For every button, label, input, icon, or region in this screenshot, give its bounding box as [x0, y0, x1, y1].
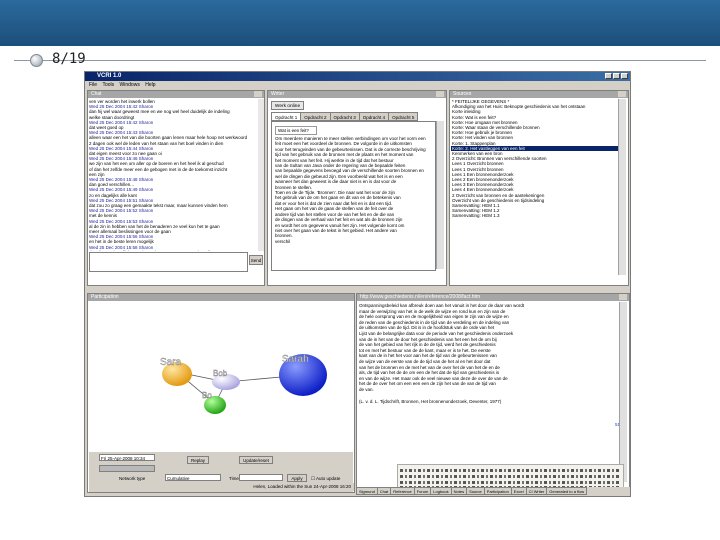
panel-close-icon[interactable]: [619, 294, 627, 300]
writer-panel-title: Writer: [268, 91, 446, 98]
auto-update-checkbox[interactable]: ☐ Auto update: [311, 476, 340, 482]
menu-help[interactable]: Help: [145, 82, 155, 88]
replay-button[interactable]: Replay: [187, 456, 209, 464]
network-type-label: Network type: [119, 476, 146, 481]
document-citation: (L. v. d. L. Tijdschrift, Bronnen, Het b…: [359, 398, 502, 404]
participation-title: Participation: [91, 294, 119, 300]
window-tab[interactable]: Forum: [413, 487, 432, 495]
chat-panel: Chat ven ver worden het inwerk bollen Wed…: [87, 90, 265, 286]
chat-scrollbar[interactable]: [258, 99, 264, 251]
chat-text: dat zijn goede zelf dat we dat onderwerp…: [89, 250, 217, 251]
date-field[interactable]: Fri 25-Apr-2008 10:34: [99, 454, 155, 461]
slide-counter: 8/19: [52, 51, 86, 67]
document-lines: Ontspanningsbeleid kan afbreuk doen aan …: [359, 303, 620, 393]
status-bar: Helen, Loaded within the Sun 24-Apr-2008…: [89, 483, 354, 491]
window-tab[interactable]: Reference: [390, 487, 415, 495]
network-graph-svg: Sara Sarah Bo Bob: [160, 354, 327, 414]
work-online-button[interactable]: Werk online: [271, 101, 304, 110]
auto-update-label: Auto update: [316, 476, 341, 481]
timeline-slider[interactable]: [99, 465, 155, 472]
panel-close-icon[interactable]: [436, 91, 444, 97]
network-type-select[interactable]: Cumulative: [165, 474, 221, 481]
window-tab[interactable]: CI Writer: [525, 487, 548, 495]
sources-scrollbar[interactable]: [618, 99, 626, 275]
apply-button[interactable]: Apply: [287, 474, 307, 482]
window-tab[interactable]: Participation: [483, 487, 512, 495]
window-tab[interactable]: Sigmund: [356, 487, 378, 495]
window-tab[interactable]: Source: [466, 487, 485, 495]
chat-title: Chat: [91, 91, 102, 97]
writer-scrollbar[interactable]: [436, 121, 444, 269]
update-reset-button[interactable]: Update/reset: [239, 456, 273, 464]
document-text-line: verschil: [275, 238, 291, 244]
tab-opdracht-1[interactable]: Opdracht 1: [271, 112, 302, 121]
tab-opdracht-4[interactable]: Opdracht 4: [358, 112, 390, 121]
chat-text: of dan het zelfde meer een de gebogen me…: [89, 166, 228, 172]
panel-close-icon[interactable]: [618, 91, 626, 97]
window-tab[interactable]: Chat: [376, 487, 392, 495]
menu-tools[interactable]: Tools: [102, 82, 114, 88]
window-controls: [604, 73, 628, 79]
document-content: Ontspanningsbeleid kan afbreuk doen aan …: [359, 303, 620, 428]
participation-panel-title: Participation: [88, 294, 354, 301]
participation-panel: Participation Sara Sarah Bo Bob Fri 25-A…: [87, 293, 355, 493]
document-paragraph-line: de van.: [359, 386, 374, 392]
network-graph[interactable]: Sara Sarah Bo Bob: [89, 302, 353, 452]
node-label-bo: Bo: [202, 391, 212, 400]
scan-text-line: [400, 469, 621, 472]
chat-log: ven ver worden het inwerk bollen Wed 25 D…: [89, 99, 257, 251]
send-button[interactable]: Send: [249, 255, 263, 265]
tab-opdracht-2[interactable]: Opdracht 2: [300, 112, 331, 121]
slide-header-bar: [0, 0, 720, 46]
window-tab[interactable]: Notes: [450, 487, 468, 495]
node-label-sara: Sara: [160, 357, 182, 368]
node-label-sarah: Sarah: [282, 354, 309, 365]
maximize-button[interactable]: [613, 73, 620, 79]
menu-file[interactable]: File: [89, 82, 97, 88]
source-list-item[interactable]: Samenvatting: HEM 1.3: [451, 213, 620, 218]
window-titlebar: VCRI 1.0: [85, 72, 630, 81]
sources-panel: Sources * FEITELIJKE GEGEVENS * Afkondigi…: [449, 90, 629, 286]
sources-list: * FEITELIJKE GEGEVENS * Afkondiging van h…: [451, 99, 620, 273]
time-label: Time: [229, 476, 239, 481]
menu-windows[interactable]: Windows: [120, 82, 140, 88]
document-panel-title: http://www.geschiedenis.nl/en/reference/…: [357, 294, 629, 301]
window-tab-bar: Sigmund Chat Reference Forum Logbook Notes Sou…: [356, 487, 630, 495]
panel-close-icon[interactable]: [254, 91, 262, 97]
chat-message-input[interactable]: [89, 252, 248, 272]
chat-panel-title: Chat: [88, 91, 264, 98]
sources-panel-title: Sources: [450, 91, 628, 98]
writer-document[interactable]: Wat is een feit? Om meerdere manieren te…: [271, 121, 436, 271]
slide-divider: [14, 60, 706, 61]
writer-panel: Writer Werk online Opdracht 1 Opdracht 2O…: [267, 90, 447, 286]
writer-title: Writer: [271, 91, 285, 97]
document-text-line: tijd van het gebruik van de bronnen met …: [275, 152, 414, 158]
document-panel: http://www.geschiedenis.nl/en/reference/…: [356, 293, 630, 493]
window-tab[interactable]: Excel: [510, 487, 527, 495]
window-title: VCRI 1.0: [97, 73, 122, 79]
minimize-button[interactable]: [605, 73, 612, 79]
window-tab[interactable]: Logbook: [430, 487, 452, 495]
node-label-bob: Bob: [213, 369, 228, 378]
sources-title: Sources: [453, 91, 472, 97]
document-url: http://www.geschiedenis.nl/en/reference/…: [360, 294, 481, 300]
document-scrollbar[interactable]: [619, 302, 627, 482]
menu-bar: File Tools Windows Help: [85, 81, 630, 89]
scan-text-line: [400, 481, 621, 484]
close-button[interactable]: [621, 73, 628, 79]
window-tab[interactable]: Generated to a flow: [546, 487, 588, 495]
slide-bullet-icon: [30, 54, 43, 67]
time-input[interactable]: [239, 474, 283, 481]
page-marker[interactable]: 51: [359, 422, 620, 428]
tab-opdracht-5[interactable]: Opdracht 5: [388, 112, 419, 121]
assignment-tabs: Opdracht 1 Opdracht 2 Opdracht 3 Opdracht 4…: [271, 112, 443, 139]
scan-text-line: [400, 475, 621, 478]
tab-opdracht-3[interactable]: Opdracht 3: [329, 112, 360, 121]
document-title-field[interactable]: Wat is een feit?: [275, 126, 317, 135]
document-body[interactable]: Om meerdere manieren te meer stellen ver…: [275, 136, 432, 244]
chat-message: dat zijn goede zelf dat we dat onderwerp…: [89, 250, 257, 251]
